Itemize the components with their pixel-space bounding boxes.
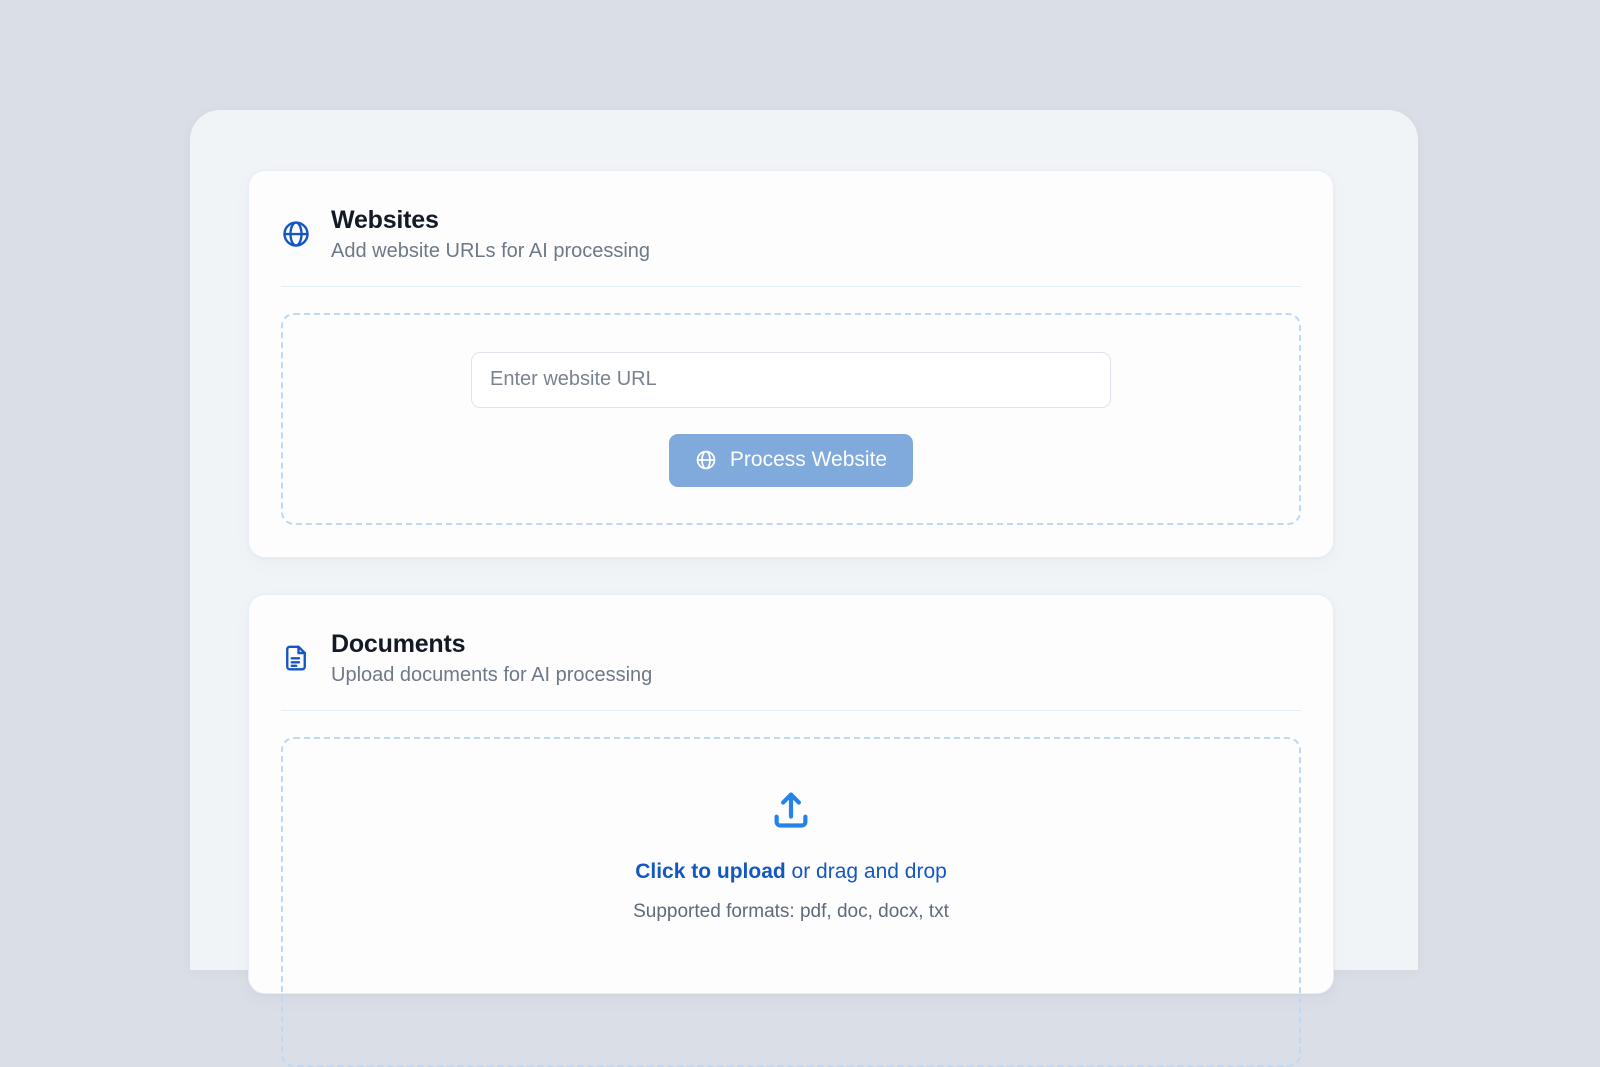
- globe-icon: [281, 219, 311, 249]
- websites-header-text: Websites Add website URLs for AI process…: [331, 205, 650, 265]
- upload-arrow-icon: [768, 787, 814, 833]
- documents-header-text: Documents Upload documents for AI proces…: [331, 629, 652, 689]
- documents-subtitle: Upload documents for AI processing: [331, 662, 652, 689]
- websites-card-header: Websites Add website URLs for AI process…: [249, 171, 1333, 265]
- website-url-dropzone: Process Website: [281, 313, 1301, 525]
- upload-cta-rest: or drag and drop: [786, 860, 947, 883]
- process-website-button[interactable]: Process Website: [669, 434, 913, 487]
- document-upload-dropzone[interactable]: Click to upload or drag and drop Support…: [281, 737, 1301, 1067]
- websites-title: Websites: [331, 205, 650, 235]
- websites-card: Websites Add website URLs for AI process…: [248, 170, 1334, 558]
- upload-cta-text: Click to upload or drag and drop: [635, 858, 947, 885]
- globe-icon: [695, 449, 717, 471]
- documents-title: Documents: [331, 629, 652, 659]
- documents-divider: [281, 710, 1301, 711]
- process-website-button-label: Process Website: [730, 448, 887, 472]
- documents-card-header: Documents Upload documents for AI proces…: [249, 595, 1333, 689]
- website-url-input[interactable]: [471, 352, 1111, 408]
- supported-formats-text: Supported formats: pdf, doc, docx, txt: [633, 901, 949, 923]
- app-background: Websites Add website URLs for AI process…: [0, 0, 1600, 929]
- content-panel: Websites Add website URLs for AI process…: [190, 110, 1418, 970]
- documents-card: Documents Upload documents for AI proces…: [248, 594, 1334, 994]
- upload-cta-strong: Click to upload: [635, 860, 786, 883]
- websites-subtitle: Add website URLs for AI processing: [331, 238, 650, 265]
- document-text-icon: [281, 643, 311, 673]
- websites-divider: [281, 286, 1301, 287]
